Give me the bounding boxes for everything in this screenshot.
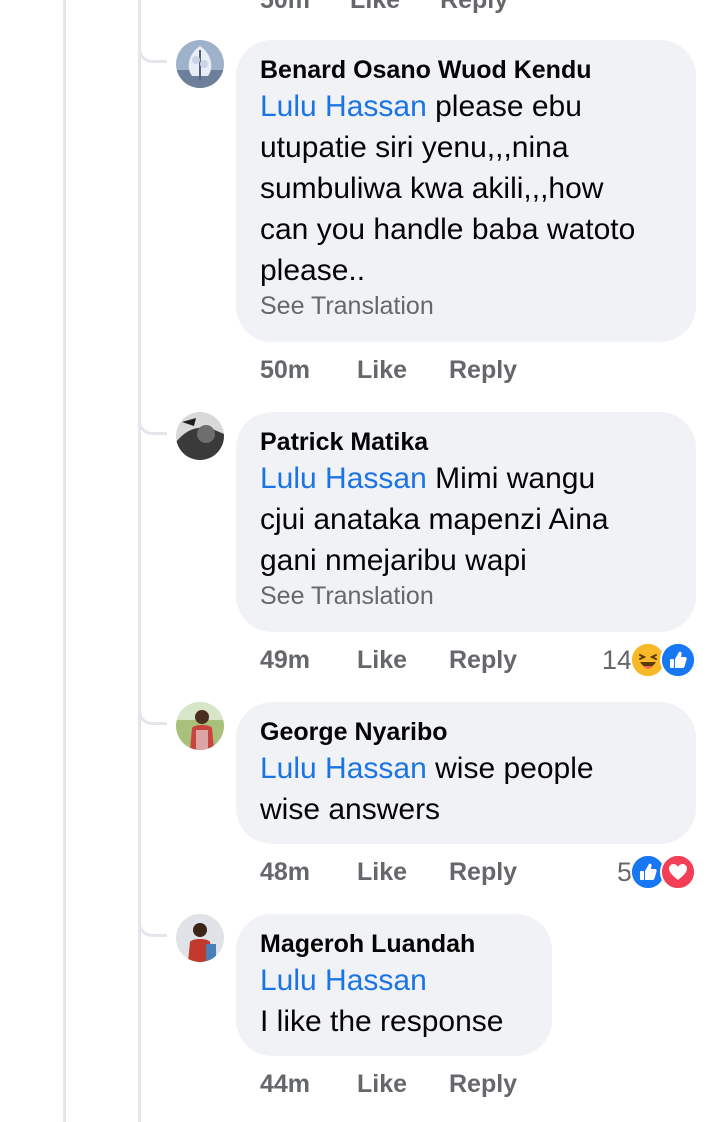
outdoor-photo-avatar: [176, 702, 224, 750]
comment-text-line: gani nmejaribu wapi: [260, 544, 527, 577]
see-translation-link[interactable]: See Translation: [260, 291, 672, 321]
like-button[interactable]: Like: [357, 858, 449, 887]
comment-time[interactable]: 50m: [260, 356, 357, 385]
tree-photo-avatar: [176, 40, 224, 88]
reply-button[interactable]: Reply: [449, 356, 539, 385]
comment-time[interactable]: 49m: [260, 646, 357, 675]
see-translation-link[interactable]: See Translation: [260, 581, 672, 611]
previous-comment-time: 50m: [260, 0, 311, 14]
comment-text-line: sumbuliwa kwa akili,,,how: [260, 172, 604, 205]
reply-connector: [138, 412, 167, 435]
reply-connector: [138, 914, 167, 937]
reply-button[interactable]: Reply: [449, 858, 539, 887]
comment-text-line: utupatie siri yenu,,,nina: [260, 131, 569, 164]
reply-button[interactable]: Reply: [449, 1070, 539, 1099]
reaction-summary[interactable]: 5: [617, 854, 696, 890]
like-button[interactable]: Like: [357, 356, 449, 385]
comment-bubble[interactable]: George Nyaribo Lulu Hassan wise people w…: [236, 702, 696, 844]
reaction-count: 14: [601, 644, 632, 675]
comment-text-line: please..: [260, 254, 366, 287]
comment-text-line: Mimi wangu: [426, 462, 596, 495]
comment-author[interactable]: Mageroh Luandah: [260, 928, 528, 960]
comment-text-line: wise people: [426, 752, 594, 785]
reply-button[interactable]: Reply: [449, 646, 539, 675]
avatar[interactable]: [176, 702, 224, 750]
avatar[interactable]: [176, 412, 224, 460]
like-button[interactable]: Like: [357, 1070, 449, 1099]
comment-bubble[interactable]: Patrick Matika Lulu Hassan Mimi wangu cj…: [236, 412, 696, 632]
avatar[interactable]: [176, 914, 224, 962]
comment-text: Lulu Hassan wise people wise answers: [260, 748, 672, 830]
comment-text-line: please ebu: [426, 90, 582, 123]
mention-link[interactable]: Lulu Hassan: [260, 964, 427, 997]
previous-comment-like-button[interactable]: Like: [350, 0, 400, 16]
comment-time[interactable]: 44m: [260, 1070, 357, 1099]
comment-bubble[interactable]: Benard Osano Wuod Kendu Lulu Hassan plea…: [236, 40, 696, 342]
comment-text: Lulu Hassan please ebu utupatie siri yen…: [260, 86, 672, 291]
comment-bubble[interactable]: Mageroh Luandah Lulu Hassan I like the r…: [236, 914, 552, 1056]
comment-text-line: can you handle baba watoto: [260, 213, 636, 246]
comment-author[interactable]: Benard Osano Wuod Kendu: [260, 54, 672, 86]
bw-photo-avatar: [176, 412, 224, 460]
mention-link[interactable]: Lulu Hassan: [260, 752, 427, 785]
reply-connector: [138, 702, 167, 725]
comment-actions: 48m Like Reply: [260, 854, 539, 890]
thread-line-outer: [63, 0, 66, 1122]
like-button[interactable]: Like: [357, 646, 449, 675]
comment-author[interactable]: George Nyaribo: [260, 716, 672, 748]
comment-actions: 49m Like Reply: [260, 642, 539, 678]
reply-connector: [138, 40, 167, 63]
mention-link[interactable]: Lulu Hassan: [260, 462, 427, 495]
comment-actions: 50m Like Reply: [260, 352, 539, 388]
reaction-summary[interactable]: 14: [602, 642, 696, 678]
comment-text-line: wise answers: [260, 793, 441, 826]
like-icon: [660, 642, 696, 678]
comment-text: Lulu Hassan I like the response: [260, 960, 528, 1042]
thread-line-inner: [138, 0, 141, 1122]
previous-comment-reply-button[interactable]: Reply: [440, 0, 508, 16]
avatar[interactable]: [176, 40, 224, 88]
comment-text: Lulu Hassan Mimi wangu cjui anataka mape…: [260, 458, 672, 581]
person-photo-avatar: [176, 914, 224, 962]
comment-author[interactable]: Patrick Matika: [260, 426, 672, 458]
comment-time[interactable]: 48m: [260, 858, 357, 887]
love-icon: [660, 854, 696, 890]
comment-text-line: cjui anataka mapenzi Aina: [260, 503, 609, 536]
mention-link[interactable]: Lulu Hassan: [260, 90, 427, 123]
comment-text-line: I like the response: [260, 1005, 504, 1038]
comment-actions: 44m Like Reply: [260, 1066, 539, 1102]
previous-comment-actions: 50m Like Reply: [260, 0, 508, 16]
